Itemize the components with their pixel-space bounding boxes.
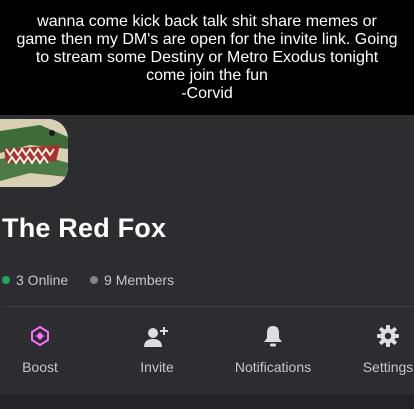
online-count-label: 3 Online: [16, 272, 69, 288]
server-panel: The Red Fox 3 Online 9 Members Boost Inv…: [0, 115, 414, 409]
meme-caption: wanna come kick back talk shit share mem…: [0, 0, 414, 115]
server-actions: Boost Invite Notifications Settings: [0, 321, 414, 381]
boost-icon: [0, 321, 85, 351]
boost-label: Boost: [22, 359, 58, 375]
caption-text: wanna come kick back talk shit share mem…: [16, 13, 398, 102]
server-stats: 3 Online 9 Members: [2, 271, 192, 288]
online-count: 3 Online: [2, 272, 68, 288]
divider: [2, 306, 414, 307]
server-name: The Red Fox: [2, 213, 167, 243]
member-count-label: 9 Members: [104, 272, 175, 288]
notifications-button[interactable]: Notifications: [228, 321, 318, 381]
alligator-avatar-image: [0, 119, 68, 187]
online-status-dot-icon: [2, 276, 10, 284]
bell-icon: [228, 321, 318, 351]
settings-button[interactable]: Settings: [343, 321, 414, 381]
members-dot-icon: [90, 276, 99, 284]
member-count: 9 Members: [90, 272, 174, 288]
invite-button[interactable]: Invite: [112, 321, 202, 381]
add-user-icon: [112, 321, 202, 351]
gear-icon: [343, 321, 414, 351]
server-avatar[interactable]: [0, 119, 68, 187]
bottom-bar: [0, 395, 414, 409]
notifications-label: Notifications: [234, 359, 312, 375]
settings-label: Settings: [362, 359, 414, 375]
boost-button[interactable]: Boost: [0, 321, 85, 381]
invite-label: Invite: [140, 359, 174, 375]
